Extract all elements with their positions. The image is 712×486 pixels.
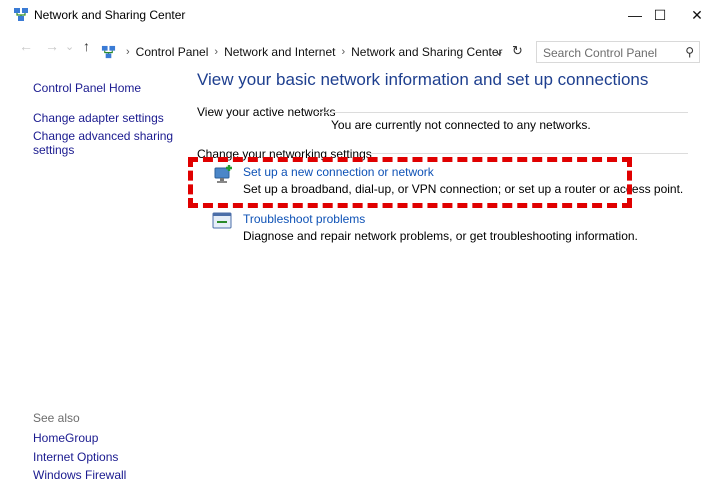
- see-also-windows-firewall-link[interactable]: Windows Firewall: [33, 468, 126, 482]
- network-setup-icon: [214, 165, 232, 183]
- search-icon: ⚲: [685, 45, 694, 59]
- search-box[interactable]: Search Control Panel ⚲: [536, 41, 700, 63]
- breadcrumb-separator: ›: [126, 46, 130, 58]
- breadcrumb-separator: ›: [341, 46, 346, 58]
- breadcrumb-network-and-sharing-center[interactable]: Network and Sharing Center: [351, 45, 502, 59]
- network-center-icon: [101, 45, 116, 58]
- active-networks-label: View your active networks: [197, 105, 336, 119]
- up-button[interactable]: ↑: [83, 38, 90, 54]
- see-also-internet-options-link[interactable]: Internet Options: [33, 450, 118, 464]
- page-heading: View your basic network information and …: [197, 70, 649, 89]
- divider: [316, 112, 688, 113]
- troubleshoot-icon: [212, 212, 232, 229]
- title-bar: Network and Sharing Center — ☐ ✕: [0, 0, 712, 30]
- set-up-connection-description: Set up a broadband, dial-up, or VPN conn…: [243, 182, 684, 196]
- close-button[interactable]: ✕: [677, 0, 712, 30]
- back-button[interactable]: ←: [19, 38, 33, 54]
- divider: [370, 153, 688, 154]
- window-title: Network and Sharing Center: [34, 8, 186, 22]
- control-panel-home-link[interactable]: Control Panel Home: [33, 81, 141, 95]
- forward-button[interactable]: →: [45, 38, 59, 54]
- maximize-button[interactable]: ☐: [640, 0, 680, 30]
- breadcrumb: › Control Panel › Network and Internet ›…: [101, 42, 503, 62]
- breadcrumb-separator: ›: [214, 46, 219, 58]
- network-center-icon: [14, 8, 28, 21]
- change-advanced-sharing-link[interactable]: Change advanced sharing: [33, 129, 173, 143]
- search-placeholder: Search Control Panel: [543, 46, 658, 60]
- set-up-connection-link[interactable]: Set up a new connection or network: [243, 165, 434, 179]
- recent-locations-button[interactable]: ⌄: [65, 40, 74, 53]
- refresh-button[interactable]: ↻: [512, 43, 523, 59]
- see-also-label: See also: [33, 411, 80, 425]
- see-also-homegroup-link[interactable]: HomeGroup: [33, 431, 98, 445]
- troubleshoot-problems-link[interactable]: Troubleshoot problems: [243, 212, 365, 226]
- breadcrumb-control-panel[interactable]: Control Panel: [136, 45, 209, 59]
- breadcrumb-network-and-internet[interactable]: Network and Internet: [224, 45, 335, 59]
- no-network-status: You are currently not connected to any n…: [331, 118, 591, 132]
- change-settings-label: Change your networking settings: [197, 147, 372, 161]
- change-advanced-sharing-link-line2[interactable]: settings: [33, 143, 74, 157]
- change-adapter-settings-link[interactable]: Change adapter settings: [33, 111, 164, 125]
- address-dropdown-button[interactable]: ⌄: [494, 44, 504, 58]
- troubleshoot-problems-description: Diagnose and repair network problems, or…: [243, 229, 638, 243]
